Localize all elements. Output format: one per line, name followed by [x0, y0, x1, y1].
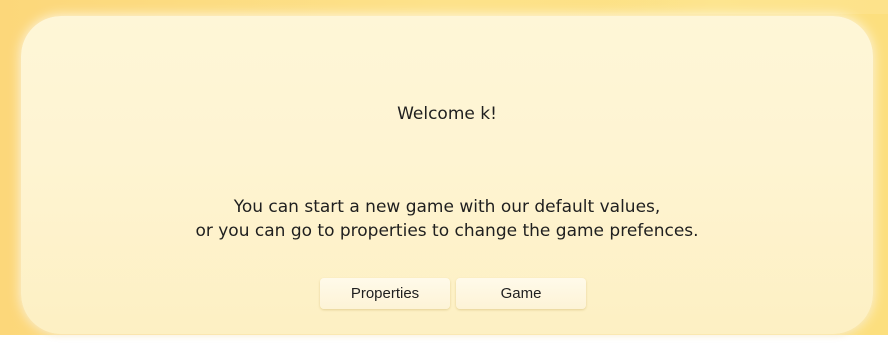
game-button[interactable]: Game	[456, 278, 586, 309]
properties-button[interactable]: Properties	[320, 278, 450, 309]
intro-message-line-1: You can start a new game with our defaul…	[233, 197, 661, 217]
background-bottom-strip	[0, 335, 888, 345]
intro-message: You can start a new game with our defaul…	[21, 195, 873, 243]
background-top-glow	[600, 0, 888, 14]
intro-message-line-2: or you can go to properties to change th…	[195, 221, 699, 241]
welcome-title: Welcome k!	[397, 104, 497, 124]
